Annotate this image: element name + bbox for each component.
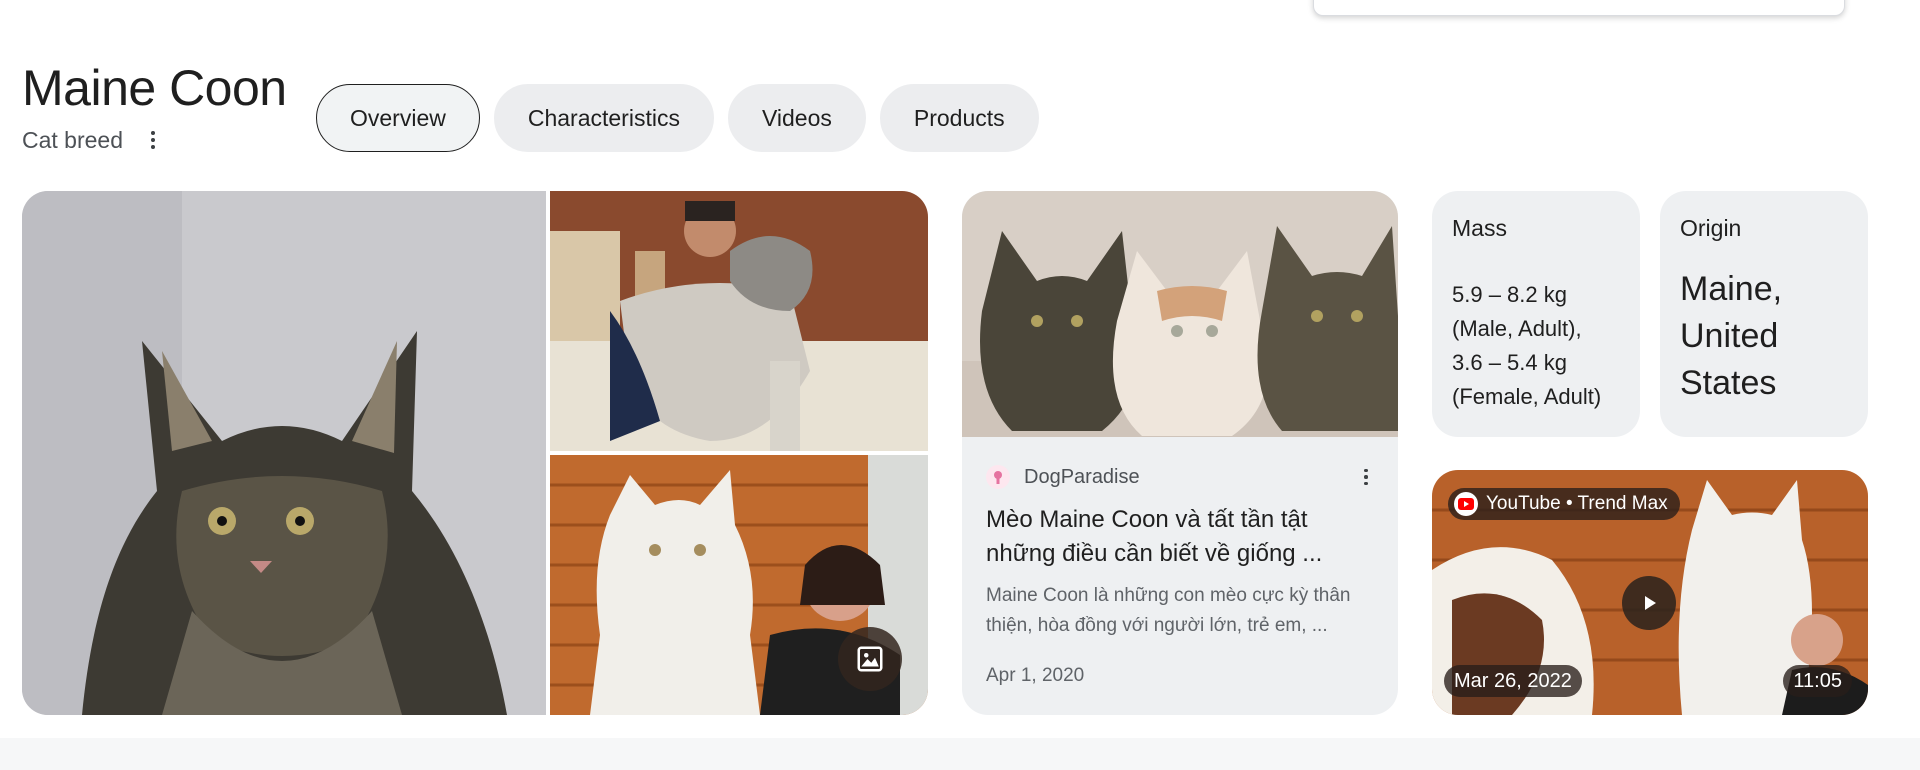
- image-gallery: [22, 191, 928, 715]
- dropdown-panel-edge: [1313, 0, 1845, 16]
- tab-overview[interactable]: Overview: [316, 84, 480, 152]
- article-card[interactable]: DogParadise Mèo Maine Coon và tất tần tậ…: [962, 191, 1398, 715]
- more-options-icon[interactable]: [139, 126, 167, 154]
- fact-label-mass: Mass: [1452, 215, 1507, 241]
- entity-header: Maine Coon Cat breed: [22, 56, 287, 154]
- fact-card-origin[interactable]: Origin Maine, United States: [1660, 191, 1868, 437]
- article-snippet: Maine Coon là những con mèo cực kỳ thân …: [986, 585, 1351, 636]
- dogparadise-favicon-icon: [986, 465, 1010, 489]
- video-source-label: YouTube • Trend Max: [1486, 493, 1668, 514]
- tab-bar: Overview Characteristics Videos Products: [316, 84, 1039, 152]
- fact-value-origin: Maine, United States: [1680, 270, 1783, 402]
- man-holding-cat-image[interactable]: [550, 191, 928, 451]
- video-source-badge: YouTube • Trend Max: [1448, 488, 1680, 520]
- youtube-icon: [1454, 492, 1478, 516]
- tab-characteristics[interactable]: Characteristics: [493, 84, 714, 152]
- tab-products[interactable]: Products: [879, 84, 1039, 152]
- entity-subtitle: Cat breed: [22, 126, 124, 153]
- article-title[interactable]: Mèo Maine Coon và tất tần tật những điều…: [986, 503, 1378, 571]
- video-card[interactable]: YouTube • Trend Max Mar 26, 2022 11:05: [1432, 470, 1868, 715]
- article-source-row: DogParadise: [986, 461, 1378, 493]
- article-date: Apr 1, 2020: [986, 665, 1085, 686]
- maine-coon-portrait-image[interactable]: [22, 191, 546, 715]
- bottom-band: [0, 738, 1920, 770]
- image-icon[interactable]: [838, 627, 902, 691]
- fact-value-mass: 5.9 – 8.2 kg (Male, Adult), 3.6 – 5.4 kg…: [1452, 282, 1602, 409]
- fact-label-origin: Origin: [1680, 215, 1742, 241]
- fact-card-mass[interactable]: Mass 5.9 – 8.2 kg (Male, Adult), 3.6 – 5…: [1432, 191, 1640, 437]
- subtitle-row: Cat breed: [22, 126, 287, 154]
- article-source: DogParadise: [1024, 465, 1140, 488]
- entity-title: Maine Coon: [22, 60, 287, 116]
- video-duration: 11:05: [1783, 665, 1852, 697]
- article-more-icon[interactable]: [1354, 463, 1378, 491]
- tab-videos[interactable]: Videos: [727, 84, 866, 152]
- play-icon[interactable]: [1622, 576, 1676, 630]
- video-date: Mar 26, 2022: [1444, 665, 1582, 697]
- three-cats-image[interactable]: [962, 191, 1398, 437]
